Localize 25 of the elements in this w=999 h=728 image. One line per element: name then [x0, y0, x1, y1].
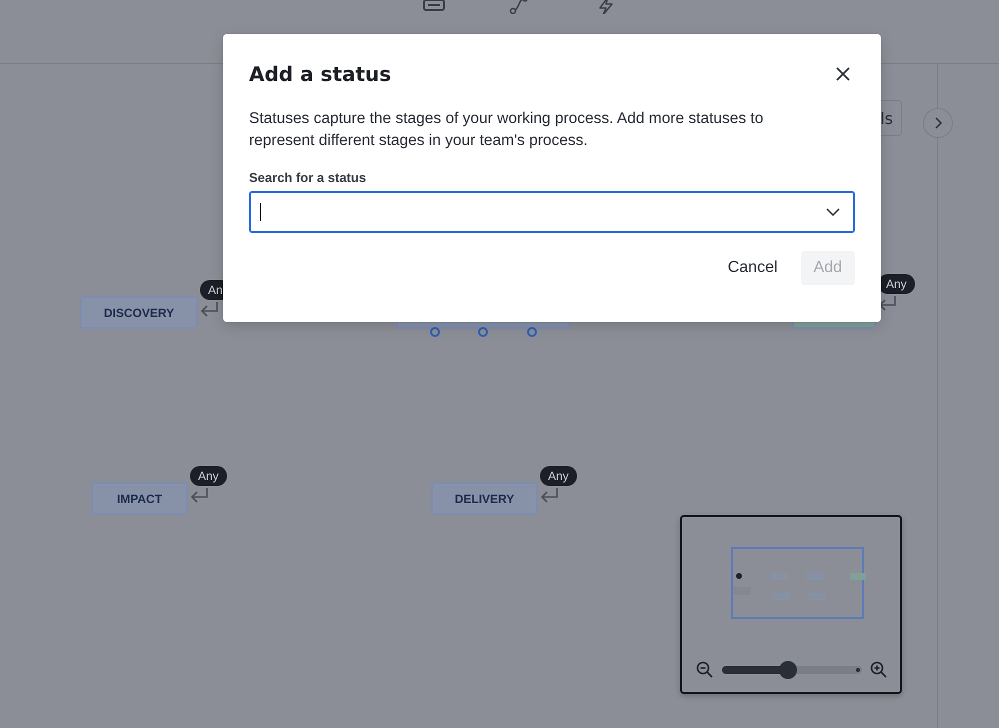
status-node[interactable]: IMPACT: [91, 482, 188, 515]
search-field[interactable]: [249, 191, 855, 233]
dialog-description: Statuses capture the stages of your working process. Add more statuses to represent different stages in your team's process.: [249, 109, 764, 151]
rect-icon: [422, 0, 446, 14]
any-badge: Any: [878, 274, 915, 294]
status-node[interactable]: DISCOVERY: [80, 296, 198, 329]
any-badge: Any: [190, 466, 227, 486]
minimap-node: [736, 573, 742, 579]
chevron-down-icon: [826, 208, 840, 216]
status-node[interactable]: DELIVERY: [431, 482, 538, 515]
minimap-node: [733, 587, 751, 595]
slider-thumb[interactable]: [778, 661, 797, 679]
handle-icon: [429, 326, 441, 338]
zoom-slider[interactable]: [722, 661, 862, 679]
close-icon: [835, 66, 851, 82]
field-label: Search for a status: [249, 170, 368, 185]
any-badge: Any: [540, 466, 577, 486]
zoom-in-icon: [870, 661, 888, 679]
chevron-right-icon: [933, 117, 943, 129]
cancel-button[interactable]: Cancel: [714, 251, 791, 285]
minimap-node: [850, 573, 866, 580]
handle-icon: [526, 326, 538, 338]
zoom-out-icon: [696, 661, 714, 679]
dialog-title: Add a status: [249, 62, 392, 86]
handle-icon: [477, 326, 489, 338]
